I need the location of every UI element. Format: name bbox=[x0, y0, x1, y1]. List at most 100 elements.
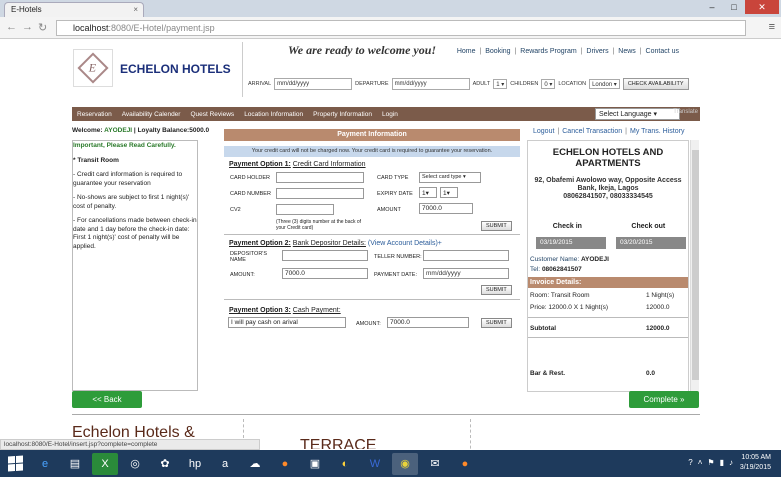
firefox-icon[interactable]: ● bbox=[452, 453, 478, 475]
address-bar: ← → ↻ localhost:8080/E-Hotel/payment.jsp… bbox=[0, 17, 781, 39]
nav-login[interactable]: Login bbox=[377, 111, 403, 118]
box-icon[interactable]: ▣ bbox=[302, 453, 328, 475]
card-number-label: CARD NUMBER bbox=[230, 191, 271, 197]
start-button[interactable] bbox=[0, 450, 30, 477]
amount3-input[interactable]: 7000.0 bbox=[387, 317, 469, 328]
link-rewards[interactable]: Rewards Program bbox=[520, 48, 576, 55]
expiry-year-select[interactable]: 1▾ bbox=[440, 187, 458, 198]
invoice-scrollbar[interactable] bbox=[690, 140, 699, 392]
logout-link[interactable]: Logout bbox=[533, 128, 554, 135]
card-holder-input[interactable] bbox=[276, 172, 364, 183]
taskbar: e ▤ X ◎ ✿ hp a ☁ ● ▣ ◐ W ◉ ✉ ● bbox=[0, 450, 781, 477]
cash-input[interactable]: I will pay cash on arival bbox=[228, 317, 346, 328]
app-icon[interactable]: ◐ bbox=[332, 453, 358, 475]
forward-arrow-icon[interactable]: → bbox=[22, 21, 33, 33]
link-contact[interactable]: Contact us bbox=[646, 48, 679, 55]
top-links: Home | Booking | Rewards Program | Drive… bbox=[456, 48, 679, 55]
complete-button[interactable]: Complete » bbox=[629, 391, 699, 408]
back-button[interactable]: << Back bbox=[72, 391, 142, 408]
card-number-input[interactable] bbox=[276, 188, 364, 199]
flag-icon[interactable]: ⚑ bbox=[707, 458, 714, 467]
user-name: AYODEJI bbox=[104, 127, 133, 134]
paydate-input[interactable]: mm/dd/yyyy bbox=[423, 268, 509, 279]
welcome-line: Welcome: AYODEJI | Loyalty Balance:5000.… bbox=[72, 127, 210, 134]
link-booking[interactable]: Booking bbox=[485, 48, 510, 55]
clock[interactable]: 10:05 AM 3/19/2015 bbox=[740, 453, 771, 473]
history-link[interactable]: My Trans. History bbox=[630, 128, 684, 135]
arrival-input[interactable]: mm/dd/yyyy bbox=[274, 78, 353, 90]
link-home[interactable]: Home bbox=[457, 48, 476, 55]
view-account-link[interactable]: (View Account Details)+ bbox=[368, 240, 442, 247]
dates-labels: Check in Check out bbox=[528, 223, 690, 230]
option3-title: Payment Option 3: Cash Payment: bbox=[229, 307, 341, 314]
departure-input[interactable]: mm/dd/yyyy bbox=[391, 78, 470, 90]
system-tray: ? ˄ ⚑ ▮ ♪ bbox=[688, 458, 733, 467]
depositor-label: DEPOSITOR'S NAME bbox=[230, 251, 268, 263]
browser-tab[interactable]: E-Hotels × bbox=[4, 2, 144, 17]
card-type-select[interactable]: Select card type ▾ bbox=[419, 172, 481, 183]
menu-icon[interactable]: ≡ bbox=[769, 21, 775, 33]
amount-input[interactable]: 7000.0 bbox=[419, 203, 473, 214]
nav-location[interactable]: Location Information bbox=[239, 111, 308, 118]
brand-name: ECHELON HOTELS bbox=[120, 62, 231, 76]
amazon-icon[interactable]: a bbox=[212, 453, 238, 475]
firefox-icon[interactable]: ● bbox=[272, 453, 298, 475]
volume-icon[interactable]: ♪ bbox=[729, 458, 733, 467]
nav-availability[interactable]: Availability Calender bbox=[117, 111, 186, 118]
reload-icon[interactable]: ↻ bbox=[38, 21, 47, 34]
location-select[interactable]: London ▾ bbox=[589, 79, 620, 89]
weather-icon[interactable]: ☁ bbox=[242, 453, 268, 475]
submit-card-button[interactable]: SUBMIT bbox=[481, 221, 512, 231]
adult-select[interactable]: 1 ▾ bbox=[493, 79, 508, 89]
amount2-input[interactable]: 7000.0 bbox=[282, 268, 368, 279]
language-select[interactable]: Select Language ▾ bbox=[595, 108, 680, 120]
photos-icon[interactable]: ✿ bbox=[152, 453, 178, 475]
hp-icon[interactable]: hp bbox=[182, 453, 208, 475]
link-drivers[interactable]: Drivers bbox=[586, 48, 608, 55]
important-note: Important, Please Read Carefully. bbox=[73, 142, 176, 149]
nav-property[interactable]: Property Information bbox=[308, 111, 377, 118]
help-icon[interactable]: ? bbox=[688, 458, 692, 467]
submit-deposit-button[interactable]: SUBMIT bbox=[481, 285, 512, 295]
chrome-icon[interactable]: ◉ bbox=[392, 452, 418, 475]
divider bbox=[528, 337, 688, 338]
nav-reviews[interactable]: Quest Reviews bbox=[185, 111, 239, 118]
tab-title: E-Hotels bbox=[11, 5, 42, 14]
children-select[interactable]: 0 ▾ bbox=[541, 79, 556, 89]
check-availability-button[interactable]: CHECK AVAILABILITY bbox=[622, 78, 689, 90]
minimize-icon[interactable]: – bbox=[701, 0, 723, 14]
main-nav: Reservation Availability Calender Quest … bbox=[72, 107, 700, 121]
submit-cash-button[interactable]: SUBMIT bbox=[481, 318, 512, 328]
maximize-icon[interactable]: □ bbox=[723, 0, 745, 14]
amount3-label: AMOUNT: bbox=[356, 321, 381, 327]
ie-icon[interactable]: e bbox=[32, 453, 58, 475]
expiry-month-select[interactable]: 1▾ bbox=[419, 187, 437, 198]
translate-label: Translate bbox=[673, 109, 698, 115]
cv2-hint: (Three (3) digits number at the back of … bbox=[276, 219, 362, 231]
media-icon[interactable]: ◎ bbox=[122, 453, 148, 475]
teller-input[interactable] bbox=[423, 250, 509, 261]
divider bbox=[224, 234, 520, 235]
close-tab-icon[interactable]: × bbox=[133, 5, 138, 14]
cv2-input[interactable] bbox=[276, 204, 334, 215]
arrival-label: ARRIVAL bbox=[248, 81, 272, 87]
loyalty-balance: Loyalty Balance:5000.0 bbox=[137, 127, 210, 134]
mail-icon[interactable]: ✉ bbox=[422, 453, 448, 475]
departure-label: DEPARTURE bbox=[355, 81, 389, 87]
cancel-transaction-link[interactable]: Cancel Transaction bbox=[562, 128, 622, 135]
word-icon[interactable]: W bbox=[362, 453, 388, 475]
bank-deposit-form: DEPOSITOR'S NAME TELLER NUMBER: AMOUNT: … bbox=[224, 247, 520, 303]
url-input[interactable]: localhost:8080/E-Hotel/payment.jsp bbox=[56, 20, 746, 36]
back-arrow-icon[interactable]: ← bbox=[6, 21, 17, 33]
url-path: :8080/E-Hotel/payment.jsp bbox=[108, 23, 215, 33]
depositor-input[interactable] bbox=[282, 250, 368, 261]
link-news[interactable]: News bbox=[618, 48, 636, 55]
chevron-up-icon[interactable]: ˄ bbox=[698, 458, 703, 467]
close-window-icon[interactable]: ✕ bbox=[745, 0, 779, 14]
browser-tabbar: E-Hotels × – □ ✕ bbox=[0, 0, 781, 17]
excel-icon[interactable]: X bbox=[92, 452, 118, 475]
network-icon[interactable]: ▮ bbox=[720, 458, 724, 467]
folder-icon[interactable]: ▤ bbox=[62, 453, 88, 475]
policy-note: - Credit card information is required to… bbox=[73, 171, 183, 187]
nav-reservation[interactable]: Reservation bbox=[72, 111, 117, 118]
